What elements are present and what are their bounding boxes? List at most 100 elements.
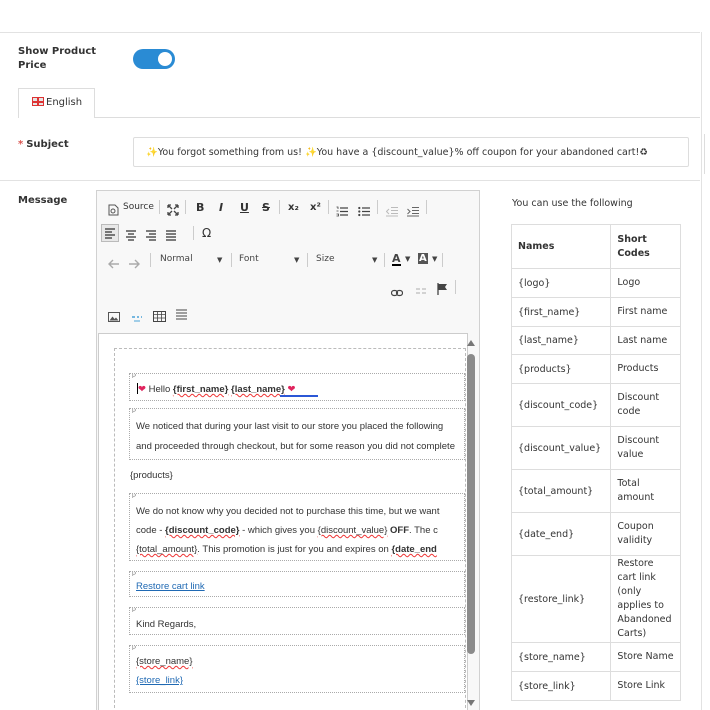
store-link[interactable]: {store_link} <box>136 675 183 686</box>
toggle-knob <box>158 52 172 66</box>
table-row: {store_link} Store Link <box>510 671 681 701</box>
bg-color-button[interactable]: A <box>418 253 428 264</box>
chevron-down-icon[interactable]: ▼ <box>432 255 437 263</box>
heart-icon: ❤ <box>287 384 296 395</box>
shortcode-description: Last name <box>610 326 681 355</box>
tab-english[interactable]: English <box>18 88 95 118</box>
subject-label: * Subject <box>18 139 69 150</box>
undo-icon[interactable] <box>108 254 120 273</box>
shortcodes-hint: You can use the following <box>512 198 633 209</box>
chevron-down-icon: ▼ <box>294 256 300 264</box>
chevron-down-icon: ▼ <box>372 256 378 264</box>
special-char-button[interactable]: Ω <box>202 226 211 240</box>
maximize-icon[interactable] <box>167 201 179 220</box>
anchor-flag-icon[interactable] <box>437 280 449 299</box>
subject-input[interactable]: ✨You forgot something from us! ✨You have… <box>133 137 689 167</box>
shortcode-name: {logo} <box>510 268 612 298</box>
superscript-button[interactable]: x² <box>310 202 321 213</box>
shortcodes-table: Names Short Codes {logo} Logo {first_name} F… <box>510 224 681 701</box>
column-header-names: Names <box>510 224 612 269</box>
restore-cart-link[interactable]: Restore cart link <box>136 581 205 592</box>
toolbar-separator <box>307 253 308 267</box>
table-icon[interactable] <box>153 307 166 326</box>
shortcode-name: {date_end} <box>510 512 612 556</box>
shortcode-description: Store Link <box>610 671 681 701</box>
toolbar-separator <box>455 280 456 294</box>
products-placeholder: {products} <box>130 470 173 481</box>
bold-button[interactable]: B <box>196 201 204 214</box>
table-row: {discount_value} Discount value <box>510 426 681 470</box>
toolbar-separator <box>328 200 329 214</box>
toolbar-separator <box>159 200 160 214</box>
offer-paragraph[interactable]: P We do not know why you decided not to … <box>129 493 465 561</box>
flash-icon[interactable] <box>131 308 143 327</box>
size-dropdown[interactable]: Size ▼ <box>316 254 380 264</box>
italic-button[interactable]: I <box>219 201 223 214</box>
message-label: Message <box>18 195 68 206</box>
shortcode-name: {first_name} <box>510 297 612 327</box>
shortcode-name: {store_name} <box>510 642 612 672</box>
indent-icon[interactable] <box>407 202 419 221</box>
strike-button[interactable]: S <box>262 201 270 214</box>
signature-paragraph[interactable]: P {store_name} {store_link} <box>129 645 465 693</box>
intro-paragraph[interactable]: P We noticed that during your last visit… <box>129 408 465 460</box>
table-row: {store_name} Store Name <box>510 642 681 672</box>
shortcode-name: {last_name} <box>510 326 612 355</box>
image-icon[interactable] <box>108 307 120 326</box>
table-row: {discount_code} Discount code <box>510 383 681 427</box>
redo-icon[interactable] <box>128 254 140 273</box>
font-dropdown[interactable]: Font ▼ <box>239 254 301 264</box>
align-justify-icon[interactable] <box>165 226 177 245</box>
scroll-thumb[interactable] <box>467 354 475 654</box>
numbered-list-icon[interactable] <box>336 202 348 221</box>
table-row: {restore_link} Restore cart link (only ap… <box>510 555 681 643</box>
subscript-button[interactable]: x₂ <box>288 202 299 213</box>
scroll-up-arrow[interactable] <box>467 340 475 346</box>
toolbar-separator <box>185 200 186 214</box>
shortcode-description: Store Name <box>610 642 681 672</box>
chevron-down-icon[interactable]: ▼ <box>405 255 410 263</box>
tab-underline <box>95 117 700 118</box>
unlink-icon[interactable] <box>415 281 427 300</box>
shortcode-description: Discount value <box>610 426 681 470</box>
format-dropdown[interactable]: Normal ▼ <box>160 254 225 264</box>
source-button[interactable]: Source <box>123 202 154 212</box>
heart-icon: ❤ <box>138 384 146 395</box>
greeting-paragraph[interactable]: P ❤ Hello {first_name} {last_name} ❤ <box>129 373 465 401</box>
editor-scrollbar[interactable] <box>466 340 476 710</box>
panel-border <box>701 32 702 710</box>
shortcode-description: Restore cart link (only applies to Aband… <box>610 555 681 643</box>
divider <box>0 180 700 181</box>
source-icon[interactable] <box>108 201 119 220</box>
outdent-icon[interactable] <box>385 202 398 221</box>
table-row: {last_name} Last name <box>510 326 681 355</box>
horizontal-rule-icon[interactable] <box>176 306 187 325</box>
shortcode-name: {products} <box>510 354 612 384</box>
align-left-button[interactable] <box>101 224 119 242</box>
table-header-row: Names Short Codes <box>510 224 681 269</box>
regards-paragraph[interactable]: P Kind Regards, <box>129 607 465 635</box>
align-right-icon[interactable] <box>145 226 157 245</box>
bullet-list-icon[interactable] <box>358 202 370 221</box>
show-price-toggle[interactable] <box>133 49 175 69</box>
table-row: {products} Products <box>510 354 681 384</box>
restore-paragraph[interactable]: P Restore cart link <box>129 571 465 597</box>
shortcode-description: Total amount <box>610 469 681 513</box>
underline-button[interactable]: U <box>240 201 249 214</box>
table-row: {date_end} Coupon validity <box>510 512 681 556</box>
shortcode-description: Logo <box>610 268 681 298</box>
toolbar-separator <box>426 200 427 214</box>
shortcode-name: {discount_value} <box>510 426 612 470</box>
text-color-button[interactable]: A <box>392 253 401 266</box>
toolbar-separator <box>150 253 151 267</box>
required-mark: * <box>18 139 24 150</box>
shortcode-description: Discount code <box>610 383 681 427</box>
table-row: {first_name} First name <box>510 297 681 327</box>
shortcode-name: {restore_link} <box>510 555 612 643</box>
divider <box>0 32 700 33</box>
shortcode-description: Products <box>610 354 681 384</box>
table-row: {logo} Logo <box>510 268 681 298</box>
link-icon[interactable] <box>390 282 404 301</box>
align-center-icon[interactable] <box>125 226 137 245</box>
scroll-down-arrow[interactable] <box>467 700 475 706</box>
